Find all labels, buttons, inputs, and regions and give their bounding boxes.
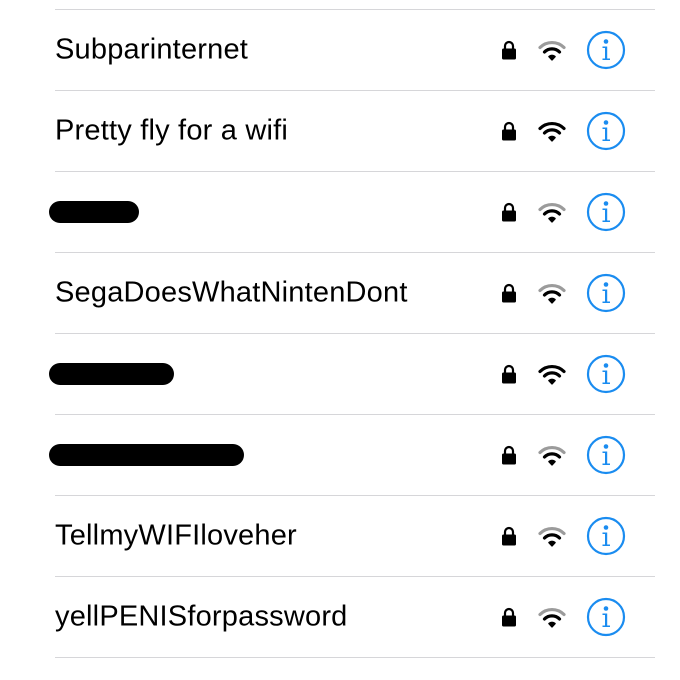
network-name: TellmyWIFIloveher <box>55 519 297 552</box>
redaction-bar <box>49 201 139 223</box>
lock-icon <box>501 121 517 141</box>
info-icon[interactable] <box>586 354 626 394</box>
network-row[interactable]: TellmyWIFIloveher <box>55 496 655 577</box>
wifi-signal-icon <box>538 282 566 304</box>
lock-icon <box>501 202 517 222</box>
info-icon[interactable] <box>586 273 626 313</box>
wifi-signal-icon <box>538 444 566 466</box>
wifi-signal-icon <box>538 201 566 223</box>
redaction-bar <box>49 444 244 466</box>
network-name: Subparinternet <box>55 33 249 66</box>
info-icon[interactable] <box>586 111 626 151</box>
info-icon[interactable] <box>586 192 626 232</box>
wifi-signal-icon <box>538 363 566 385</box>
info-icon[interactable] <box>586 597 626 637</box>
lock-icon <box>501 283 517 303</box>
network-row[interactable] <box>49 334 655 415</box>
network-row[interactable]: SegaDoesWhatNintenDont <box>55 253 655 334</box>
network-row[interactable]: yellPENISforpassword <box>55 577 655 658</box>
network-name: SegaDoesWhatNintenDont <box>55 276 408 309</box>
network-name: yellPENISforpassword <box>55 600 348 633</box>
info-icon[interactable] <box>586 435 626 475</box>
network-name: Pretty fly for a wifi <box>55 114 289 147</box>
wifi-signal-icon <box>538 39 566 61</box>
lock-icon <box>501 445 517 465</box>
lock-icon <box>501 526 517 546</box>
wifi-signal-icon <box>538 606 566 628</box>
info-icon[interactable] <box>586 516 626 556</box>
redaction-bar <box>49 363 174 385</box>
lock-icon <box>501 607 517 627</box>
lock-icon <box>501 40 517 60</box>
network-row[interactable]: Pretty fly for a wifi <box>55 91 655 172</box>
network-row[interactable] <box>49 415 655 496</box>
network-row[interactable] <box>49 172 655 253</box>
network-row[interactable]: Subparinternet <box>55 10 655 91</box>
info-icon[interactable] <box>586 30 626 70</box>
wifi-signal-icon <box>538 120 566 142</box>
wifi-signal-icon <box>538 525 566 547</box>
wifi-network-list: Subparinternet Pretty fly for a wifi SegaD… <box>0 10 680 658</box>
lock-icon <box>501 364 517 384</box>
